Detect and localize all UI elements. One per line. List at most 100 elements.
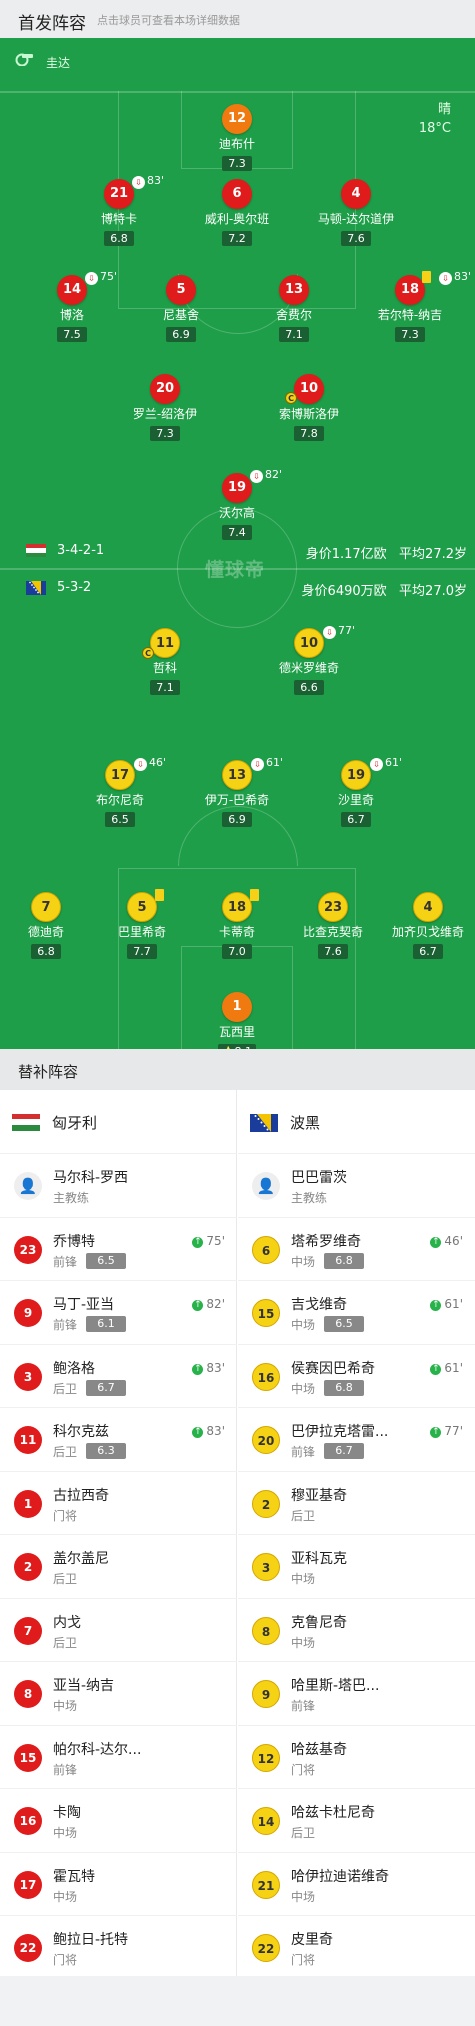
player-rating: 6.9 <box>166 327 196 342</box>
sub-row[interactable]: 6 塔希罗维奇 中场 6.8 ↑ 46' <box>238 1216 475 1280</box>
sub-name: 吉戈维奇 <box>291 1297 347 1313</box>
sub-name: 科尔克兹 <box>53 1424 109 1440</box>
sub-row[interactable]: 16 卡陶 中场 <box>0 1788 237 1851</box>
sub-position: 中场 <box>291 1889 316 1904</box>
sub-name: 马丁-亚当 <box>53 1297 115 1313</box>
player-rating: 7.6 <box>341 231 371 246</box>
player-rating: 7.3 <box>222 156 252 171</box>
sub-row[interactable]: 3 亚科瓦克 中场 <box>238 1534 475 1597</box>
player-home[interactable]: 6 威利-奥尔班 7.2 <box>177 179 297 246</box>
referee-name: 圭达 <box>46 56 71 70</box>
sub-name: 哈兹基奇 <box>291 1741 347 1758</box>
sub-row[interactable]: 1 古拉西奇 门将 <box>0 1470 237 1534</box>
sub-in-time: ↑ 77' <box>430 1424 463 1438</box>
player-rating-value: 6.9 <box>172 328 190 341</box>
player-away[interactable]: 11 C 哲科 7.1 <box>105 628 225 695</box>
player-home[interactable]: 14 ⇩ 75' 博洛 7.5 <box>12 270 132 342</box>
sub-row[interactable]: 👤 马尔科-罗西 主教练 <box>0 1153 237 1216</box>
player-home[interactable]: 20 罗兰-绍洛伊 7.3 <box>105 374 225 441</box>
sub-row[interactable]: 23 乔博特 前锋 6.5 ↑ 75' <box>0 1216 237 1280</box>
sub-row[interactable]: 22 鲍拉日-托特 门将 <box>0 1915 237 1978</box>
sub-out-icon: ⇩ <box>439 272 452 285</box>
home-age: 平均27.2岁 <box>399 547 467 562</box>
player-rating: 7.2 <box>222 231 252 246</box>
player-away[interactable]: 4 加齐贝戈维奇 6.7 <box>368 892 475 959</box>
player-home[interactable]: 10 C 索博斯洛伊 7.8 <box>249 374 369 441</box>
away-team-bar: 5-3-2 <box>26 580 91 595</box>
sub-number-badge: 14 <box>252 1807 280 1835</box>
sub-row[interactable]: 14 哈兹卡杜尼奇 后卫 <box>238 1788 475 1851</box>
sub-in-icon: ↑ <box>192 1363 204 1375</box>
sub-number-badge: 7 <box>14 1616 42 1645</box>
player-home[interactable]: 21 ⇩ 83' 博特卡 6.8 <box>59 174 179 246</box>
lineup-title: 首发阵容 <box>18 14 86 34</box>
sub-name: 塔希罗维奇 <box>291 1233 361 1250</box>
sub-number-badge: 15 <box>252 1299 280 1327</box>
player-rating: 7.7 <box>127 944 157 959</box>
sub-name: 鲍洛格 <box>53 1360 95 1377</box>
sub-out-minute: 75' <box>100 270 118 283</box>
sub-row[interactable]: 21 哈伊拉迪诺维奇 中场 <box>238 1851 475 1915</box>
sub-number: 21 <box>257 1878 275 1893</box>
sub-position: 前锋 <box>53 1318 78 1332</box>
sub-name: 内戈 <box>53 1614 81 1631</box>
sub-position: 中场 <box>53 1889 78 1904</box>
player-name: 德米罗维奇 <box>278 661 339 675</box>
player-rating-value: 7.6 <box>324 945 342 958</box>
player-number: 19 <box>227 480 247 495</box>
player-name: 加齐贝戈维奇 <box>391 925 464 939</box>
player-number: 1 <box>232 999 242 1014</box>
sub-row[interactable]: 20 巴伊拉克塔雷... 前锋 6.7 ↑ 77' <box>238 1407 475 1470</box>
player-away[interactable]: 10 ⇩ 77' 德米罗维奇 6.6 <box>249 624 369 695</box>
sub-row[interactable]: 15 帕尔科-达尔... 前锋 <box>0 1724 237 1788</box>
sub-in-time: ↑ 75' <box>192 1234 225 1248</box>
sub-row[interactable]: 2 穆亚基奇 后卫 <box>238 1470 475 1534</box>
sub-number-badge: 3 <box>14 1362 42 1391</box>
sub-row[interactable]: 17 霍瓦特 中场 <box>0 1851 237 1915</box>
player-home[interactable]: 19 ⇩ 82' 沃尔高 7.4 <box>177 468 297 540</box>
sub-position: 前锋 <box>53 1762 78 1777</box>
player-name: 博洛 <box>59 308 84 322</box>
sub-position: 主教练 <box>53 1191 90 1205</box>
sub-row[interactable]: 2 盖尔盖尼 后卫 <box>0 1534 237 1597</box>
weather-info: 晴 18°C <box>419 100 451 138</box>
player-away[interactable]: 13 ⇩ 61' 伊万-巴希奇 6.9 <box>177 756 297 827</box>
watermark-logo: 懂球帝 <box>205 559 266 581</box>
player-away[interactable]: 19 ⇩ 61' 沙里奇 6.7 <box>296 756 416 827</box>
sub-row[interactable]: 3 鲍洛格 后卫 6.7 ↑ 83' <box>0 1343 237 1407</box>
away-formation: 5-3-2 <box>57 580 92 595</box>
sub-row[interactable]: 22 皮里奇 门将 <box>238 1915 475 1978</box>
player-home[interactable]: 12 迪布什 7.3 <box>177 104 297 171</box>
hungary-flag-icon <box>12 1113 40 1132</box>
player-home[interactable]: 18 ⇩ 83' 若尔特-纳吉 7.3 <box>350 270 471 342</box>
sub-number-badge: 11 <box>14 1426 42 1454</box>
sub-row[interactable]: 16 侯赛因巴希奇 中场 6.8 ↑ 61' <box>238 1343 475 1407</box>
player-away[interactable]: 17 ⇩ 46' 布尔尼奇 6.5 <box>60 756 180 827</box>
sub-number: 2 <box>23 1560 33 1574</box>
player-rating-value: 7.3 <box>401 328 419 341</box>
player-home[interactable]: 13 舍费尔 7.1 <box>234 275 354 342</box>
sub-number-badge: 21 <box>252 1870 280 1899</box>
sub-name: 帕尔科-达尔... <box>53 1741 142 1758</box>
sub-row[interactable]: 11 科尔克兹 后卫 6.3 ↑ 83' <box>0 1407 237 1470</box>
player-rating: 6.5 <box>105 812 135 827</box>
player-name: 马顿-达尔道伊 <box>317 212 395 226</box>
sub-row[interactable]: 9 马丁-亚当 前锋 6.1 ↑ 82' <box>0 1280 237 1343</box>
player-away[interactable]: 1瓦西里⭐8.1 <box>177 992 297 1049</box>
sub-row[interactable]: 👤 巴巴雷茨 主教练 <box>238 1153 475 1216</box>
player-rating: 6.9 <box>222 812 252 827</box>
sub-row[interactable]: 8 亚当-纳吉 中场 <box>0 1661 237 1724</box>
substitutes-panel: 匈牙利 👤 马尔科-罗西 主教练 23 乔博特 前锋 6.5 ↑ 75' 9 马丁-亚当 前锋 6.1 ↑… <box>0 1090 475 1976</box>
sub-row[interactable]: 9 哈里斯-塔巴... 前锋 <box>238 1661 475 1724</box>
sub-row[interactable]: 12 哈兹基奇 门将 <box>238 1724 475 1788</box>
sub-row[interactable]: 8 克鲁尼奇 中场 <box>238 1597 475 1661</box>
player-home[interactable]: 5 尼基舍 6.9 <box>121 275 241 342</box>
sub-number: 11 <box>19 1433 37 1447</box>
captain-icon: C <box>285 392 297 404</box>
hungary-flag-icon <box>26 543 46 558</box>
player-number: 18 <box>400 282 420 297</box>
player-home[interactable]: 4 马顿-达尔道伊 7.6 <box>296 179 416 246</box>
sub-row[interactable]: 7 内戈 后卫 <box>0 1597 237 1661</box>
sub-row[interactable]: 15 吉戈维奇 中场 6.5 ↑ 61' <box>238 1280 475 1343</box>
sub-in-minute: 82' <box>206 1297 225 1311</box>
